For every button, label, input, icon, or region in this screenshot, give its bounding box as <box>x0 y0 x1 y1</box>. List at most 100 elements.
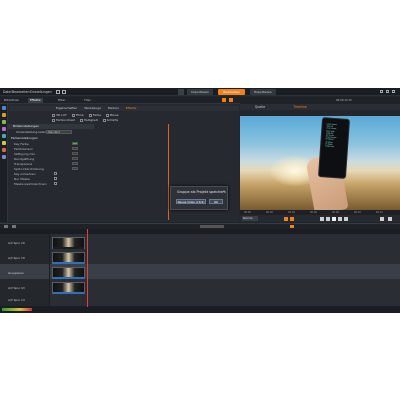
select-tool-icon[interactable] <box>2 106 6 110</box>
magnet-icon[interactable] <box>12 225 16 228</box>
option-3dlut[interactable]: 3D-LUT <box>56 113 67 117</box>
dialog-close-icon[interactable]: × <box>222 189 225 193</box>
video-preview[interactable]: Lorem ipsum dolor sit amet consec tetur … <box>240 116 400 210</box>
header-properties[interactable]: Eigenschaften <box>56 106 77 110</box>
track-name[interactable]: A/V Spur (4) <box>8 241 25 245</box>
header-media[interactable]: Medien <box>108 106 119 110</box>
ruler-label: 00:00 <box>244 210 251 214</box>
close-icon[interactable] <box>392 90 395 93</box>
clip-thumbnail <box>53 283 84 292</box>
setting-saturation: Sättigung min. <box>14 152 37 156</box>
link-icon[interactable] <box>222 98 226 102</box>
track-name[interactable]: A/V Spur (3) <box>8 256 25 260</box>
track-row[interactable]: A/V Spur (1) <box>0 294 400 307</box>
tab-import[interactable]: Importieren <box>187 89 213 95</box>
mark-in-icon[interactable] <box>284 216 288 221</box>
option-brightness[interactable]: Helligkeit <box>84 118 98 122</box>
option-checkbox[interactable] <box>52 113 55 117</box>
setting-key-color: Key Farbe <box>14 142 29 146</box>
ruler-label: 00:06 <box>310 210 317 214</box>
key-color-swatch[interactable] <box>72 142 78 145</box>
option-blue[interactable]: Blaue <box>110 113 118 117</box>
library-tabs: Bibliothek Effekte Filter Titel <box>0 97 240 104</box>
menu-edit[interactable]: Bearbeiten <box>12 90 30 94</box>
ruler-label: 00:02 <box>266 210 273 214</box>
track-name[interactable]: Gruppieren <box>8 271 24 275</box>
playhead[interactable] <box>87 229 88 313</box>
home-icon[interactable] <box>178 89 184 95</box>
option-films[interactable]: Filme <box>76 113 84 117</box>
maximize-icon[interactable] <box>386 90 389 93</box>
tab-effects[interactable]: Effekte <box>28 98 43 103</box>
smoothing-field[interactable] <box>72 157 78 160</box>
tab-filter[interactable]: Filter <box>56 98 67 103</box>
option-sharpness[interactable]: Schärfe <box>107 118 118 122</box>
volume-icon[interactable] <box>380 216 384 221</box>
brush-tool-icon[interactable] <box>2 113 6 117</box>
panel-header: Eigenschaften Werkzeuge Medien Effekte <box>10 106 239 111</box>
option-color[interactable]: Farbe <box>93 113 101 117</box>
pin-icon[interactable] <box>229 98 233 102</box>
track-name[interactable]: A/V Spur (2) <box>8 286 25 290</box>
header-effects[interactable]: Effekte <box>126 106 137 110</box>
mask-blur-checkbox[interactable] <box>54 182 57 185</box>
option-checkbox[interactable] <box>52 118 55 122</box>
tab-export[interactable]: Exportieren <box>250 89 276 95</box>
setting-mask-blur: Maske weichzeichnen <box>14 182 47 186</box>
razor-icon[interactable] <box>4 225 8 228</box>
clip-thumbnail <box>53 268 84 277</box>
timeline-tools[interactable] <box>200 225 224 228</box>
minimize-icon[interactable] <box>380 90 383 93</box>
skip-forward-icon[interactable] <box>344 216 348 221</box>
skip-back-icon[interactable] <box>320 216 324 221</box>
invert-checkbox[interactable] <box>54 172 57 175</box>
option-checkbox[interactable] <box>79 118 83 122</box>
color-tool-icon[interactable] <box>2 148 6 152</box>
track-name[interactable]: A/V Spur (1) <box>8 298 25 302</box>
ok-button[interactable]: OK <box>209 199 223 204</box>
transition-tool-icon[interactable] <box>2 127 6 131</box>
audio-tool-icon[interactable] <box>2 134 6 138</box>
tab-source[interactable]: Quelle <box>240 104 280 110</box>
quality-select[interactable]: Normal <box>242 216 258 221</box>
preset-select[interactable]: Standard <box>46 130 72 134</box>
track-header: A/V Spur (1) <box>0 294 50 306</box>
saturation-field[interactable] <box>72 152 78 155</box>
effects-tool-icon[interactable] <box>2 120 6 124</box>
header-tools[interactable]: Werkzeuge <box>84 106 101 110</box>
step-forward-icon[interactable] <box>338 216 342 221</box>
playback-controls: Normal <box>240 215 400 222</box>
text-tool-icon[interactable] <box>2 141 6 145</box>
tab-titles[interactable]: Titel <box>82 98 92 103</box>
transparency-field[interactable] <box>72 162 78 165</box>
sub-options-row-2: Farbkontrast Helligkeit Schärfe <box>52 118 118 123</box>
option-checkbox[interactable] <box>102 118 106 122</box>
group-label: Farbeinstellungen <box>11 136 38 140</box>
undo-icon[interactable] <box>56 90 60 94</box>
spill-field[interactable] <box>72 167 78 170</box>
section-title[interactable]: Bildeinstellungen <box>8 124 94 129</box>
fullscreen-icon[interactable] <box>388 216 392 221</box>
editor-window: Datei Bearbeiten Einstellungen Importier… <box>0 88 400 313</box>
tab-edit[interactable]: Bearbeiten <box>218 89 245 95</box>
title-bar: Datei Bearbeiten Einstellungen Importier… <box>0 88 400 96</box>
tab-timeline[interactable]: Timeline <box>280 104 320 110</box>
option-checkbox[interactable] <box>106 113 109 117</box>
ruler-label: 00:12 <box>376 210 383 214</box>
option-checkbox[interactable] <box>88 113 92 117</box>
option-contrast[interactable]: Farbkontrast <box>56 118 75 122</box>
mark-out-icon[interactable] <box>290 216 294 221</box>
menu-file[interactable]: Datei <box>3 90 12 94</box>
motion-tool-icon[interactable] <box>2 155 6 159</box>
audio-meter <box>2 308 32 311</box>
record-icon[interactable] <box>290 225 294 228</box>
mask-only-checkbox[interactable] <box>54 177 57 180</box>
play-icon[interactable] <box>332 216 336 221</box>
tolerance-field[interactable] <box>72 147 78 150</box>
step-back-icon[interactable] <box>326 216 330 221</box>
option-checkbox[interactable] <box>71 113 75 117</box>
menu-settings[interactable]: Einstellungen <box>30 90 52 94</box>
tab-library[interactable]: Bibliothek <box>2 98 21 103</box>
redo-icon[interactable] <box>62 90 66 94</box>
new-video-button[interactable]: Neues Video (16:9) <box>176 199 206 204</box>
